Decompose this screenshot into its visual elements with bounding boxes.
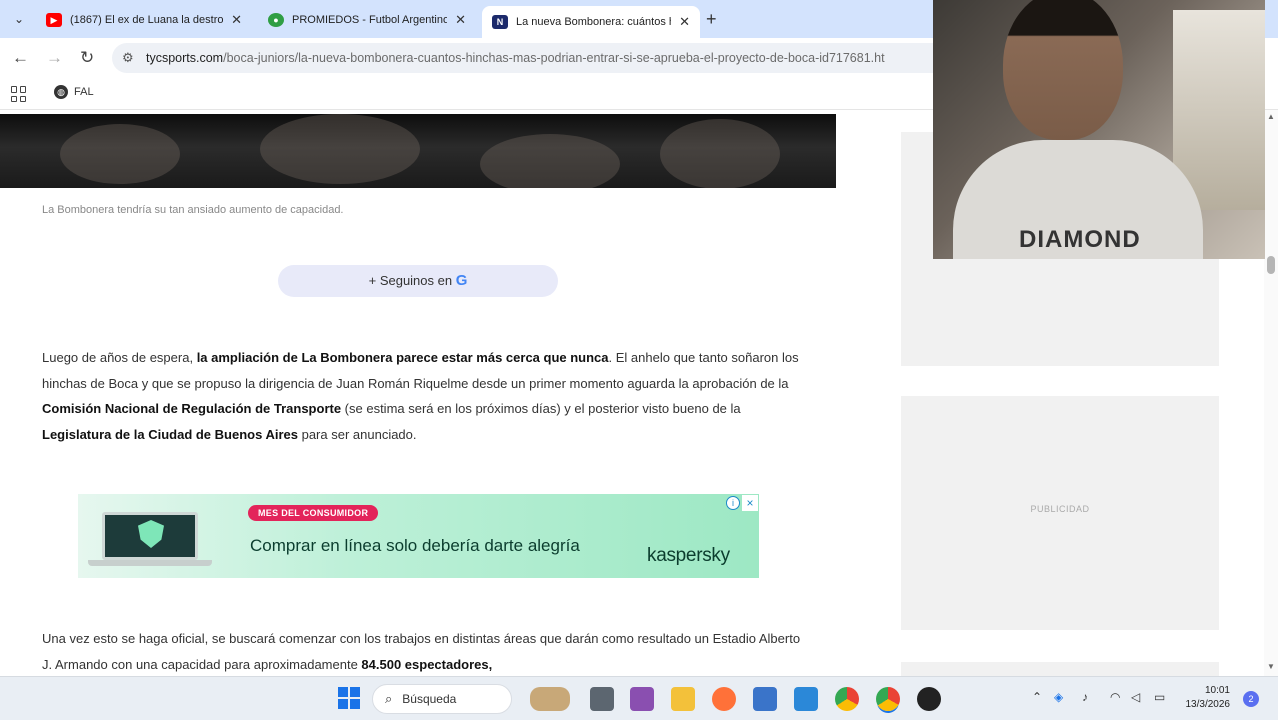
site-info-icon[interactable]: ⚙: [122, 50, 134, 66]
tab-youtube[interactable]: ▶ (1867) El ex de Luana la destrozó ✕: [36, 6, 252, 34]
search-icon: ⌕: [385, 691, 393, 706]
forward-arrow-icon[interactable]: →: [46, 48, 63, 68]
tab-close-icon[interactable]: ✕: [679, 14, 690, 30]
photos-icon[interactable]: [794, 687, 818, 711]
adchoices-icon[interactable]: i: [726, 496, 740, 510]
bold-text-run: Legislatura de la Ciudad de Buenos Aires: [42, 426, 298, 442]
windows-taskbar: ⌕ Búsqueda ⌃ ◈ ♪ ◠ ◁ ▭ 10:01 13/3/2026 2: [0, 676, 1278, 720]
page-scrollbar[interactable]: ▲ ▼: [1264, 110, 1278, 676]
url-host: tycsports.com: [146, 51, 224, 65]
follow-google-button[interactable]: + Seguinos en G: [278, 265, 558, 297]
taskbar-search-box[interactable]: ⌕ Búsqueda: [372, 684, 512, 714]
new-tab-button[interactable]: +: [706, 8, 717, 30]
text-run: Luego de años de espera,: [42, 350, 197, 365]
search-label: Búsqueda: [402, 692, 457, 706]
tab-close-icon[interactable]: ✕: [231, 12, 242, 28]
back-arrow-icon[interactable]: ←: [12, 48, 29, 68]
tray-chevron-icon[interactable]: ⌃: [1032, 690, 1042, 704]
snipping-tool-icon[interactable]: [630, 687, 654, 711]
bookmark-fal[interactable]: ◍ FAL: [54, 85, 94, 99]
text-run: (se estima será en los próximos días) y …: [341, 401, 741, 416]
scroll-up-arrow-icon[interactable]: ▲: [1267, 112, 1275, 121]
bookmark-label: FAL: [74, 86, 94, 98]
volume-icon[interactable]: ◁: [1131, 690, 1140, 704]
tab-title: (1867) El ex de Luana la destrozó: [70, 14, 224, 26]
widgets-icon[interactable]: [530, 687, 570, 711]
kaspersky-ad-banner[interactable]: MES DEL CONSUMIDOR Comprar en línea solo…: [78, 494, 759, 578]
windows-start-icon[interactable]: [338, 687, 360, 709]
battery-icon[interactable]: ▭: [1154, 690, 1165, 704]
ad-badge: MES DEL CONSUMIDOR: [248, 505, 379, 521]
reload-icon[interactable]: ↻: [80, 48, 94, 68]
ad-close-icon[interactable]: ×: [742, 495, 758, 511]
article-paragraph-1: Luego de años de espera, la ampliación d…: [42, 345, 802, 447]
wifi-icon[interactable]: ◠: [1110, 690, 1120, 704]
follow-label: + Seguinos en: [368, 273, 453, 288]
sidebar-ad-slot-3: [901, 662, 1219, 676]
google-icon: G: [455, 272, 468, 289]
notification-badge[interactable]: 2: [1243, 691, 1259, 707]
address-bar[interactable]: ⚙ tycsports.com/boca-juniors/la-nueva-bo…: [112, 43, 952, 73]
tycsports-icon: N: [492, 15, 508, 29]
ad-placeholder-label: PUBLICIDAD: [1030, 504, 1090, 514]
tab-search-chevron-icon[interactable]: ⌄: [8, 8, 30, 30]
obs-icon[interactable]: [917, 687, 941, 711]
image-caption: La Bombonera tendría su tan ansiado aume…: [42, 204, 344, 216]
person-head: [1003, 0, 1123, 140]
article-paragraph-2: Una vez esto se haga oficial, se buscará…: [42, 626, 802, 676]
security-icon[interactable]: ◈: [1054, 690, 1063, 704]
globe-icon: ◍: [54, 85, 68, 99]
bold-text-run: 84.500 espectadores,: [361, 656, 493, 672]
remote-desktop-icon[interactable]: [753, 687, 777, 711]
article-hero-image: [0, 114, 836, 188]
text-run: para ser anunciado.: [297, 426, 417, 442]
apps-grid-icon[interactable]: [11, 86, 27, 102]
file-explorer-icon[interactable]: [671, 687, 695, 711]
chrome-icon[interactable]: [835, 687, 859, 711]
shirt-print: DIAMOND: [1019, 226, 1141, 253]
system-clock[interactable]: 10:01 13/3/2026: [1178, 684, 1231, 712]
webcam-overlay: DIAMOND: [933, 0, 1265, 259]
bold-text-run: Comisión Nacional de Regulación de Trans…: [42, 401, 342, 416]
scrollbar-thumb[interactable]: [1267, 256, 1275, 274]
sidebar-ad-slot-2: PUBLICIDAD: [901, 396, 1219, 630]
bold-text-run: la ampliación de La Bombonera parece est…: [196, 350, 609, 365]
tab-tycsports-active[interactable]: N La nueva Bombonera: cuántos h ✕: [482, 6, 700, 38]
tab-promiedos[interactable]: ● PROMIEDOS - Futbol Argentino ✕: [258, 6, 476, 34]
clock-time: 10:01: [1204, 685, 1230, 696]
tab-title: La nueva Bombonera: cuántos h: [516, 16, 672, 28]
laptop-illustration: [88, 512, 212, 567]
scroll-down-arrow-icon[interactable]: ▼: [1267, 662, 1275, 671]
microphone-icon[interactable]: ♪: [1082, 690, 1088, 704]
tab-close-icon[interactable]: ✕: [455, 12, 466, 28]
firefox-icon[interactable]: [712, 687, 736, 711]
url-path: /boca-juniors/la-nueva-bombonera-cuantos…: [223, 51, 885, 65]
chrome-active-icon[interactable]: [876, 687, 900, 711]
ad-headline: Comprar en línea solo debería darte aleg…: [250, 536, 580, 555]
promiedos-icon: ●: [268, 13, 284, 27]
ad-brand-logo: kaspersky: [647, 545, 730, 566]
tab-title: PROMIEDOS - Futbol Argentino: [292, 14, 448, 26]
youtube-icon: ▶: [46, 13, 62, 27]
clock-date: 13/3/2026: [1185, 699, 1231, 710]
task-view-icon[interactable]: [590, 687, 614, 711]
